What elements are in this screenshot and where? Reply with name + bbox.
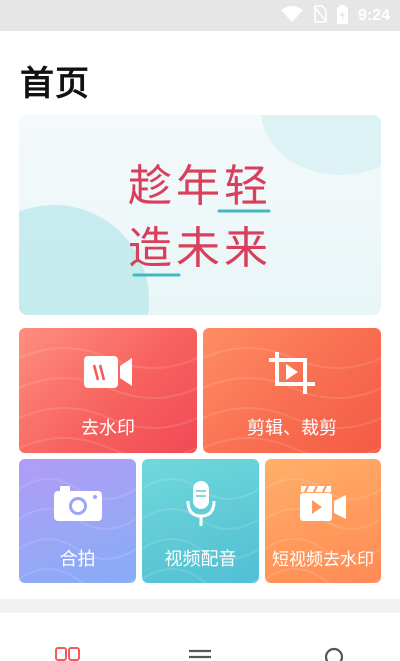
- feature-tile-duet[interactable]: 合拍: [19, 459, 136, 583]
- bottom-nav: [0, 613, 400, 661]
- status-bar: 9:24: [0, 0, 400, 31]
- feature-label: 去水印: [81, 418, 135, 439]
- battery-charging-icon: [336, 4, 348, 28]
- clapperboard-icon: [300, 485, 346, 525]
- no-sim-icon: [313, 5, 327, 27]
- profile-icon[interactable]: [322, 643, 346, 661]
- page-title: 首页: [20, 64, 90, 104]
- crop-video-icon: [269, 352, 315, 398]
- status-icons: 9:24: [280, 4, 390, 28]
- feature-tile-dubbing[interactable]: 视频配音: [142, 459, 259, 583]
- microphone-icon: [186, 481, 216, 531]
- status-time: 9:24: [357, 7, 390, 24]
- wifi-icon: [280, 6, 303, 26]
- feature-label: 合拍: [59, 549, 96, 570]
- banner[interactable]: 趁年轻 造未来: [19, 115, 381, 315]
- video-camera-icon: [84, 354, 132, 394]
- section-divider: [0, 599, 400, 613]
- banner-slogan-line2: 造未来: [128, 223, 272, 274]
- feature-tile-short-video-remove-watermark[interactable]: 短视频去水印: [265, 459, 381, 583]
- feature-tile-remove-watermark[interactable]: 去水印: [19, 328, 197, 453]
- list-icon[interactable]: [187, 643, 213, 661]
- feature-label: 短视频去水印: [272, 550, 374, 570]
- feature-tile-edit-crop[interactable]: 剪辑、裁剪: [203, 328, 381, 453]
- banner-slogan: 趁年轻 造未来: [128, 161, 272, 277]
- feature-label: 视频配音: [164, 549, 237, 570]
- banner-slogan-line1: 趁年轻: [128, 161, 272, 212]
- home-grid-icon[interactable]: [55, 643, 81, 661]
- feature-label: 剪辑、裁剪: [247, 418, 337, 439]
- camera-icon: [53, 485, 102, 525]
